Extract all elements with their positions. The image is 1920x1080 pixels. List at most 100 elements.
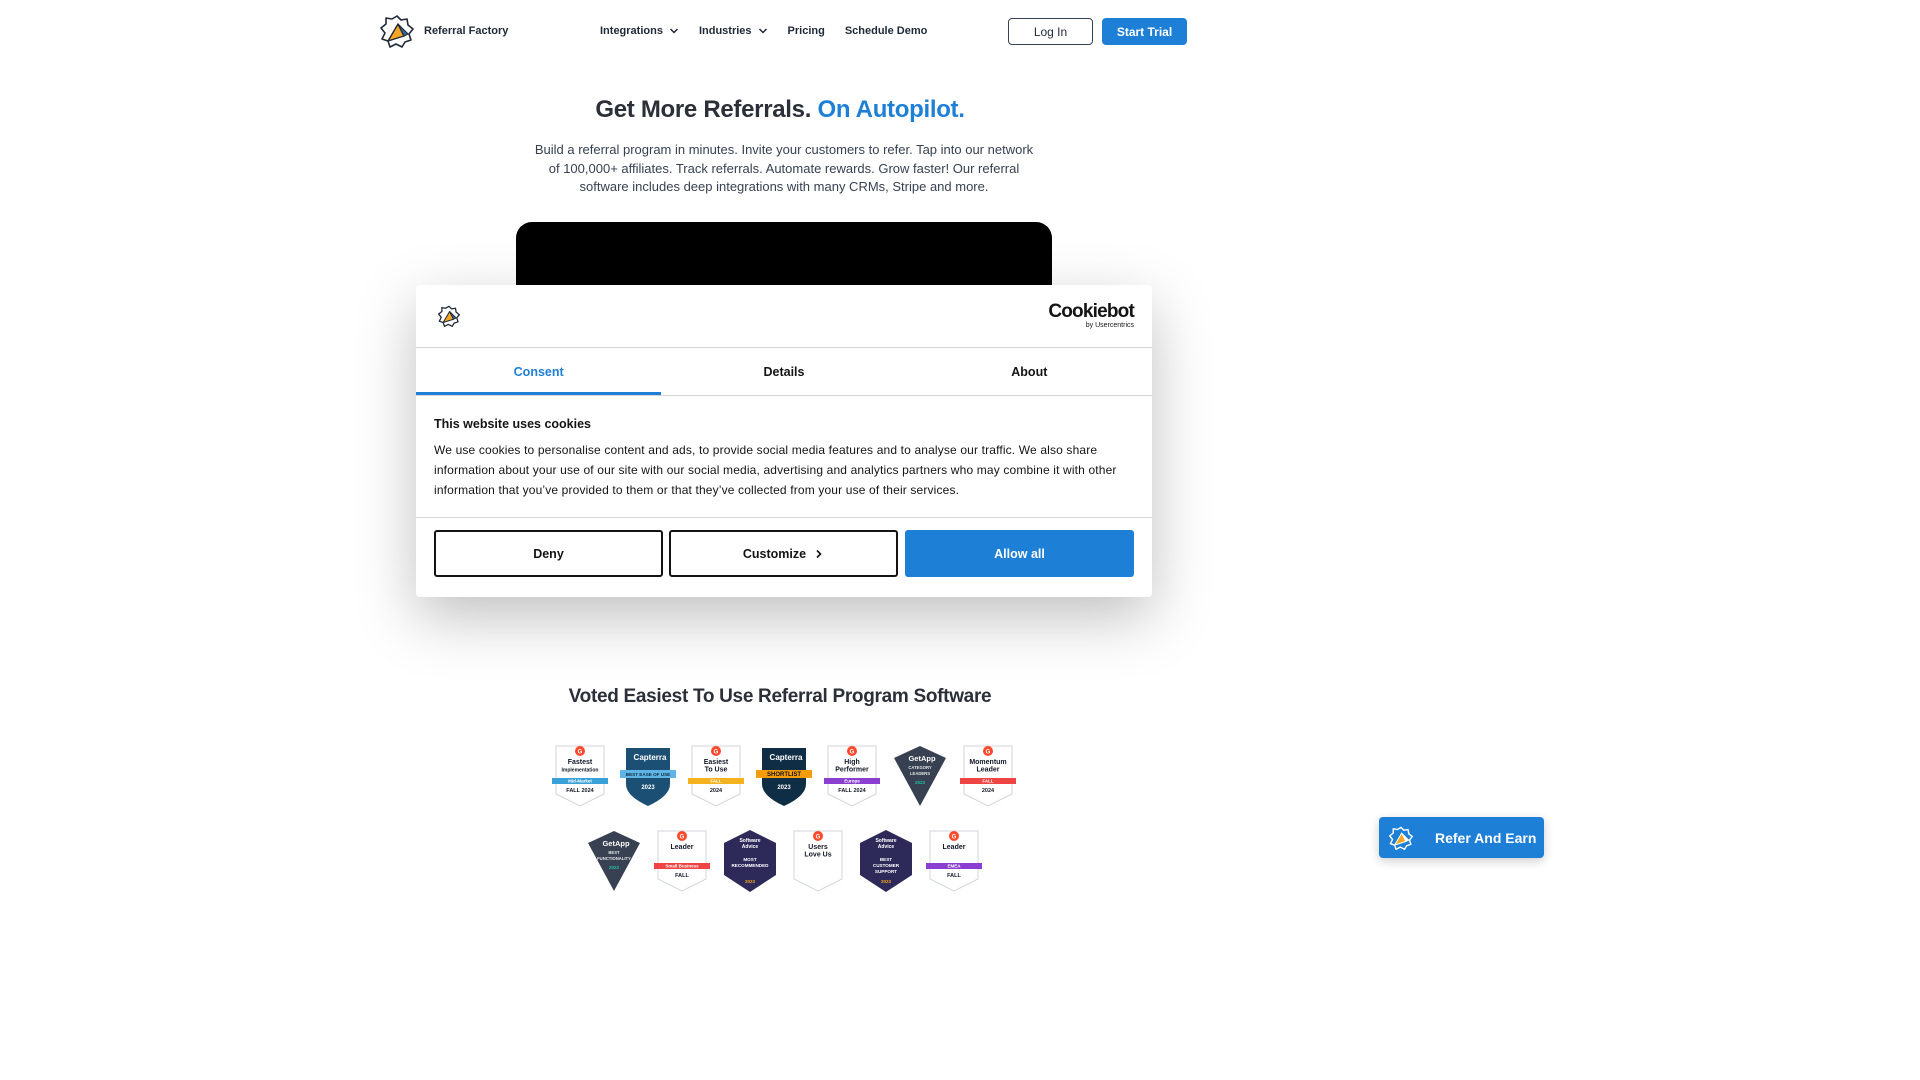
site-header: Referral Factory Integrations Industries… — [0, 0, 1560, 64]
customize-button[interactable]: Customize — [669, 530, 898, 577]
award-badge: G UsersLove Us — [793, 830, 843, 892]
badge-text: Implementation — [562, 768, 599, 774]
badge-text: Leader — [943, 844, 966, 851]
award-badge: Capterra BEST EASE OF USE 2023 — [620, 748, 676, 806]
award-badge: GetApp BESTFUNCTIONALITY 2023 — [588, 831, 640, 891]
badge-text: FALL — [710, 779, 721, 784]
tab-consent[interactable]: Consent — [416, 348, 662, 395]
tab-about[interactable]: About — [907, 348, 1152, 395]
nav-pricing[interactable]: Pricing — [788, 25, 825, 37]
chevron-right-icon — [816, 549, 822, 558]
badge-text: 2023 — [777, 785, 791, 791]
award-badge: G Leader Small Business FALL — [654, 830, 710, 892]
brand-name: Referral Factory — [424, 25, 509, 37]
badge-text: Performer — [835, 767, 869, 774]
deny-button[interactable]: Deny — [434, 530, 663, 577]
badge-text: BEST EASE OF USE — [626, 772, 670, 777]
badge-text: Momentum — [969, 759, 1006, 766]
customize-button-label: Customize — [742, 546, 807, 561]
nav-integrations[interactable]: Integrations — [600, 25, 679, 37]
badge-text: Users — [808, 844, 828, 851]
badge-text: Leader — [671, 844, 694, 851]
cookie-consent-dialog: Cookiebot by Usercentrics Consent Detail… — [416, 285, 1152, 597]
badge-text: Advice — [878, 844, 895, 850]
cookiebot-logo[interactable]: Cookiebot by Usercentrics — [1048, 301, 1134, 329]
divider — [416, 395, 1152, 396]
award-badge: SoftwareAdviceBESTCUSTOMERSUPPORT2023 — [860, 830, 912, 892]
badge-text: 2023 — [915, 780, 926, 785]
nav-schedule-demo[interactable]: Schedule Demo — [845, 25, 928, 37]
badge-text: G — [850, 750, 855, 756]
award-badge: SoftwareAdviceMOSTRECOMMENDED2023 — [724, 830, 776, 892]
nav-schedule-demo-label: Schedule Demo — [844, 25, 928, 37]
badge-text: BEST — [608, 850, 620, 855]
chevron-down-icon — [758, 28, 767, 34]
allow-all-button-label: Allow all — [994, 546, 1045, 561]
nav-integrations-label: Integrations — [600, 25, 663, 37]
badge-text: G — [578, 750, 583, 756]
chevron-down-icon — [669, 28, 678, 34]
refer-and-earn-button[interactable]: Refer And Earn — [1379, 817, 1544, 858]
badge-text: Love Us — [804, 852, 831, 859]
login-button[interactable]: Log In — [1008, 18, 1093, 45]
cookie-heading: This website uses cookies — [434, 417, 592, 431]
award-badge: G Fastest Implementation Mid-Market FALL 202… — [552, 745, 608, 807]
award-badge: G MomentumLeader FALL 2024 — [960, 745, 1016, 807]
badge-text: Advice — [742, 844, 759, 850]
badge-text: 2023 — [745, 879, 756, 884]
badge-text: Mid-Market — [568, 779, 592, 784]
badge-text: FALL — [947, 873, 961, 879]
badge-text: GetApp — [602, 839, 630, 848]
badge-text: G — [816, 835, 821, 841]
badge-text: FALL 2024 — [566, 788, 594, 794]
badge-text: Small Business — [665, 864, 699, 869]
badge-text: G — [986, 750, 991, 756]
badge-text: FUNCTIONALITY — [597, 856, 631, 861]
refer-and-earn-label: Refer And Earn — [1435, 829, 1537, 846]
badge-text: Capterra — [634, 753, 667, 762]
nav-industries[interactable]: Industries — [699, 25, 768, 37]
hero-title-main: Get More Referrals. — [595, 96, 812, 123]
nav-pricing-label: Pricing — [787, 25, 825, 37]
tab-details[interactable]: Details — [661, 348, 906, 395]
cookiebot-wordmark: Cookiebot — [1048, 301, 1134, 322]
badge-text: LEADERS — [910, 771, 930, 776]
badge-text: FALL — [982, 779, 993, 784]
award-badge: GetApp CATEGORYLEADERS 2023 — [894, 746, 946, 806]
badge-text: 2023 — [609, 865, 620, 870]
referral-factory-logo-icon — [438, 305, 460, 327]
badge-text: FALL 2024 — [838, 788, 866, 794]
brand-logo[interactable]: Referral Factory — [380, 14, 508, 48]
badge-text: EMEA — [947, 864, 961, 869]
award-badge: G EasiestTo Use FALL 2024 — [688, 745, 744, 807]
nav-industries-label: Industries — [698, 25, 752, 37]
badge-text: MOST — [743, 857, 756, 862]
badge-text: 2024 — [982, 788, 995, 794]
start-trial-button[interactable]: Start Trial — [1102, 18, 1187, 45]
hero-title-accent: On Autopilot. — [817, 96, 965, 123]
award-badge: G HighPerformer Europe FALL 2024 — [824, 745, 880, 807]
referral-factory-logo-icon — [380, 15, 414, 48]
allow-all-button[interactable]: Allow all — [905, 530, 1134, 577]
badge-text: Capterra — [770, 753, 803, 762]
badge-text: SHORTLIST — [767, 772, 801, 778]
badge-text: Easiest — [704, 759, 729, 766]
badge-text: FALL — [675, 873, 689, 879]
hero-title: Get More Referrals. On Autopilot. — [0, 96, 1560, 124]
badge-text: Fastest — [568, 759, 593, 766]
badge-text: G — [714, 750, 719, 756]
hero-description: Build a referral program in minutes. Inv… — [534, 142, 1034, 194]
badge-text: Leader — [977, 767, 1000, 774]
badge-text: GetApp — [908, 754, 936, 763]
badge-text: 2023 — [881, 879, 892, 884]
main-nav: Integrations Industries Pricing Schedule… — [600, 25, 927, 37]
badge-text: 2023 — [641, 785, 655, 791]
cookie-description: We use cookies to personalise content an… — [434, 443, 1117, 497]
badge-text: G — [952, 835, 957, 841]
deny-button-label: Deny — [533, 546, 564, 561]
divider — [416, 517, 1152, 518]
award-badge: Capterra SHORTLIST 2023 — [756, 748, 812, 806]
referral-factory-logo-icon — [1389, 826, 1413, 850]
badge-text: CUSTOMER — [873, 863, 900, 868]
badge-text: SUPPORT — [875, 869, 897, 874]
